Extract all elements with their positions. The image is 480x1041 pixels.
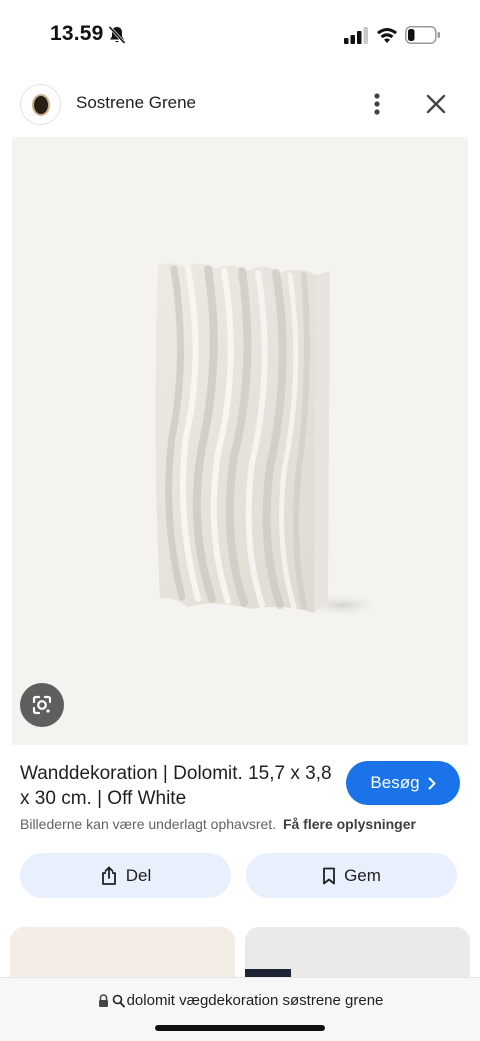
google-lens-button[interactable] [20,683,64,727]
product-title[interactable]: Wanddekoration | Dolomit. 15,7 x 3,8 x 3… [20,761,340,811]
result-header: Sostrene Grene [0,76,480,132]
visit-button[interactable]: Besøg [346,761,460,805]
product-image[interactable] [12,137,468,745]
battery-icon [405,26,440,44]
share-icon [101,866,116,885]
more-options-button[interactable] [364,88,390,120]
url-text: dolomit vægdekoration søstrene grene [126,992,384,1009]
more-info-link[interactable]: Få flere oplysninger [283,816,416,832]
url-row[interactable]: dolomit vægdekoration søstrene grene [0,992,480,1009]
chevron-right-icon [428,777,436,789]
share-label: Del [125,865,152,885]
lens-icon [32,695,52,715]
bell-slash-icon [108,25,126,45]
site-avatar[interactable] [20,84,61,125]
more-vert-icon [374,93,380,115]
visit-label: Besøg [370,773,420,792]
browser-address-bar[interactable]: dolomit vægdekoration søstrene grene [0,977,480,1041]
status-time: 13.59 [50,22,104,45]
close-button[interactable] [420,88,452,120]
signal-icon [344,27,368,44]
avatar-logo [31,93,50,116]
wifi-icon [377,28,397,43]
home-indicator [155,1025,325,1031]
wall-decoration-image [155,263,382,617]
save-label: Gem [344,865,381,885]
status-bar: 13.59 [0,0,480,70]
search-icon [112,994,125,1007]
site-name[interactable]: Sostrene Grene [76,93,196,113]
lock-icon [98,993,108,1007]
copyright-note: Billederne kan være underlagt ophavsret.… [20,816,470,832]
copyright-text: Billederne kan være underlagt ophavsret. [20,816,277,832]
bookmark-icon [323,867,335,884]
share-button[interactable]: Del [20,853,231,898]
close-icon [426,94,446,114]
save-button[interactable]: Gem [246,853,457,898]
